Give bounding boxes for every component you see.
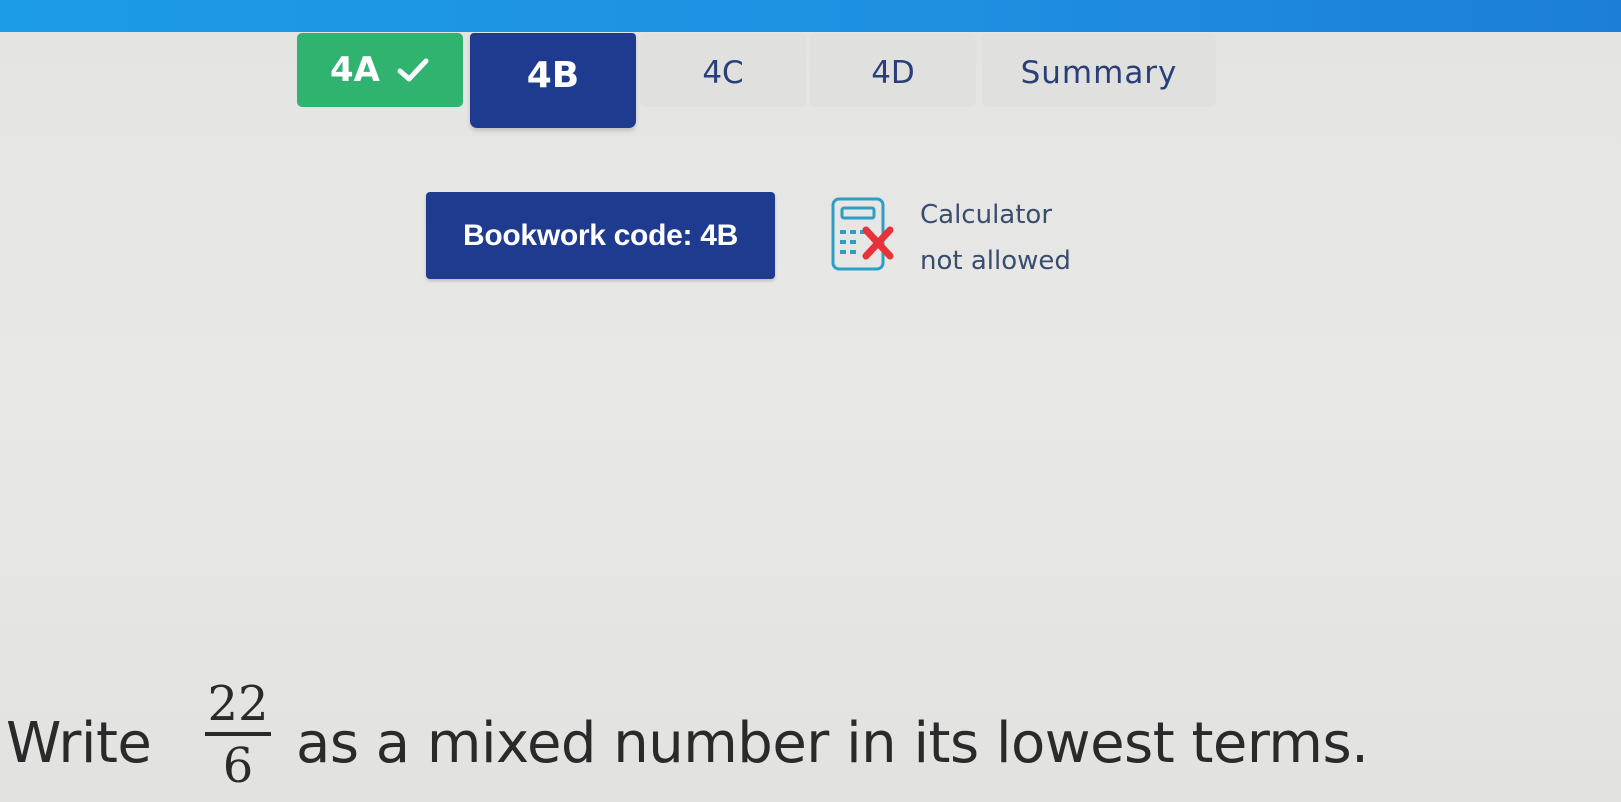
calculator-status: Calculator not allowed (920, 192, 1071, 284)
calculator-label: Calculator (920, 200, 1053, 230)
question-suffix: as a mixed number in its lowest terms. (296, 711, 1369, 776)
tab-4b-label: 4B (526, 55, 580, 96)
tab-4a-label: 4A (330, 50, 380, 90)
bookwork-code-label: Bookwork code: 4B (463, 218, 738, 252)
tab-4b[interactable]: 4B (470, 33, 636, 128)
tab-4c[interactable]: 4C (640, 33, 806, 107)
calculator-status-label: not allowed (920, 246, 1071, 276)
tab-summary-label: Summary (1020, 55, 1178, 91)
tab-4c-label: 4C (702, 55, 744, 91)
fraction-bar (205, 732, 271, 736)
fraction: 22 6 (205, 678, 271, 792)
tab-4d[interactable]: 4D (810, 33, 976, 107)
task-tabs: 4A 4B 4C 4D Summary (0, 0, 1621, 140)
bookwork-code-badge: Bookwork code: 4B (426, 192, 775, 279)
question-text: Write 22 6 as a mixed number in its lowe… (0, 670, 1621, 802)
tab-summary[interactable]: Summary (982, 33, 1216, 107)
check-icon (396, 56, 430, 84)
fraction-numerator: 22 (207, 676, 269, 732)
tab-4d-label: 4D (871, 55, 915, 91)
question-prefix: Write (6, 711, 152, 776)
fraction-denominator: 6 (222, 738, 254, 794)
tab-4a[interactable]: 4A (297, 33, 463, 107)
calculator-crossed-icon (830, 196, 910, 276)
